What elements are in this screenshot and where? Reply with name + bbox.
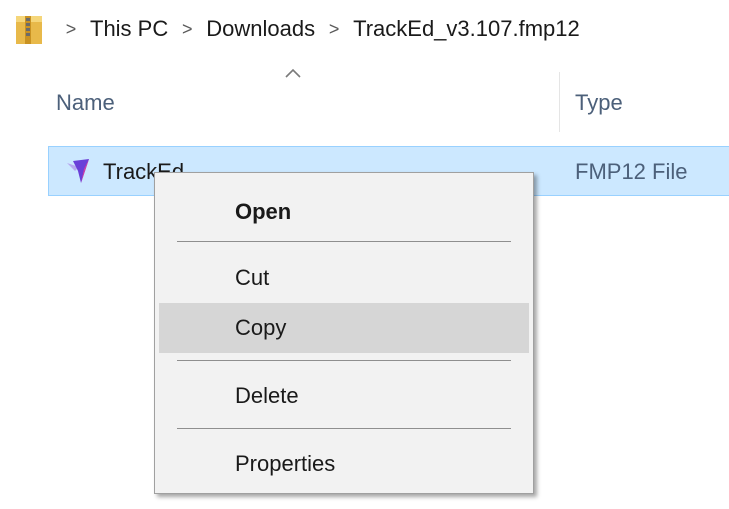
menu-item-cut[interactable]: Cut (159, 253, 529, 303)
column-divider[interactable] (559, 72, 560, 132)
context-menu: Open Cut Copy Delete Properties (154, 172, 534, 494)
column-header-name[interactable]: Name (56, 90, 115, 116)
menu-separator (177, 241, 511, 242)
breadcrumb-current-folder[interactable]: TrackEd_v3.107.fmp12 (351, 14, 582, 44)
menu-separator (177, 428, 511, 429)
menu-item-properties[interactable]: Properties (159, 439, 529, 489)
chevron-right-icon: > (65, 18, 77, 39)
chevron-right-icon[interactable]: > (176, 19, 198, 40)
zip-folder-icon (16, 16, 42, 44)
column-header-row: Name Type (0, 60, 729, 144)
breadcrumb-downloads[interactable]: Downloads (204, 14, 317, 44)
column-header-type[interactable]: Type (575, 90, 623, 116)
filemaker-icon (67, 159, 89, 183)
menu-item-copy[interactable]: Copy (159, 303, 529, 353)
menu-separator (177, 360, 511, 361)
menu-item-open[interactable]: Open (159, 187, 529, 237)
chevron-right-icon[interactable]: > (323, 19, 345, 40)
sort-ascending-icon (285, 68, 301, 78)
address-bar[interactable]: > This PC > Downloads > TrackEd_v3.107.f… (0, 0, 729, 58)
menu-item-delete[interactable]: Delete (159, 371, 529, 421)
breadcrumb-this-pc[interactable]: This PC (88, 14, 170, 44)
file-type: FMP12 File (575, 159, 688, 184)
